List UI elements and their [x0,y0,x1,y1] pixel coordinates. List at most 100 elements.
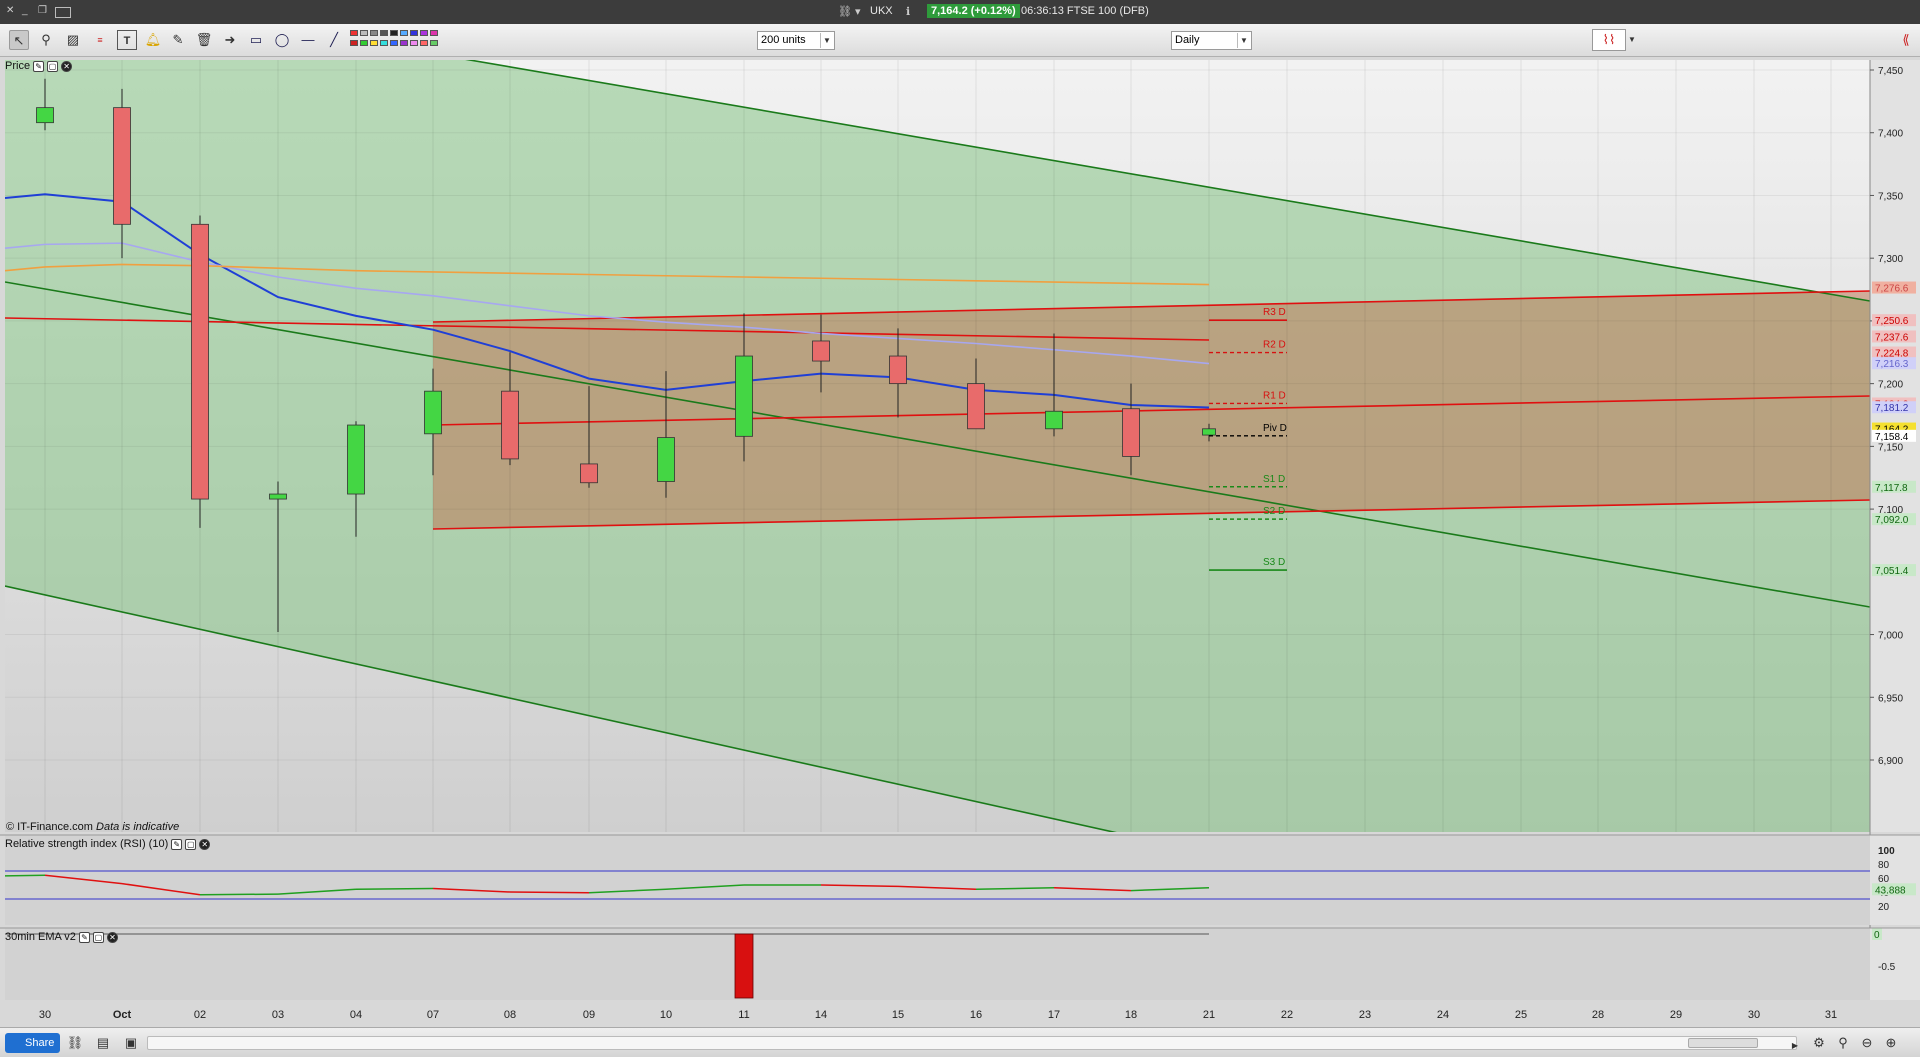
color-swatch[interactable] [360,40,368,46]
x-tick-label: Oct [113,1009,132,1021]
candle-body [812,340,830,362]
color-swatch[interactable] [430,30,438,36]
candle-body [1122,408,1140,457]
color-swatch[interactable] [380,30,388,36]
candle-body [1045,410,1063,430]
ellipse-icon[interactable]: ◯ [272,30,292,50]
alert-icon[interactable]: 🔔︎ [143,30,163,50]
color-swatch[interactable] [360,30,368,36]
chart-area[interactable]: R3 D R2 D R1 D Piv D S1 D S2 D S3 D 7,450 7,400 7… [0,57,1920,1027]
color-swatch[interactable] [400,40,408,46]
pivot-label: S3 D [1263,557,1285,568]
x-tick-label: 15 [892,1009,904,1021]
link-icon[interactable]: ⛓ [66,1034,84,1052]
horizontal-scrollbar[interactable] [147,1036,1797,1050]
measure-icon[interactable]: ✎ [168,30,188,50]
candle-body [269,493,287,500]
color-swatch[interactable] [390,30,398,36]
rsi-panel-label: Relative strength index (RSI) (10) [5,838,169,850]
x-tick-label: 31 [1825,1009,1837,1021]
fib-icon[interactable]: ≡ [90,30,110,50]
color-swatch[interactable] [390,40,398,46]
close-icon[interactable]: ✕ [199,838,211,850]
candle-body [1202,428,1216,436]
symbol-label: UKX [870,5,893,17]
close-window-icon[interactable]: ✕ [6,5,14,16]
zoom-fit-icon[interactable]: ⚲ [1834,1034,1852,1052]
price-tick-label: 7,400 [1878,129,1903,140]
chart-type-icon[interactable]: ▨ [63,30,83,50]
copyright-note: © IT-Finance.com Data is indicative [6,821,179,833]
color-swatch[interactable] [370,30,378,36]
price-change-pill: 7,164.2 (+0.12%) [927,4,1020,18]
scroll-right-icon[interactable]: ▶ [1786,1037,1804,1055]
close-icon[interactable]: ✕ [106,931,118,943]
units-select[interactable]: 200 units ▼ [757,31,835,50]
link-icon[interactable]: ⛓ ▾ [838,5,861,18]
ema-value-tag: 0 [1874,930,1880,941]
trash-icon[interactable]: 🗑︎ [194,30,214,50]
chart-settings-icon[interactable]: ⚙ [1810,1034,1828,1052]
pivot-label: R2 D [1263,340,1286,351]
maximize-icon[interactable]: ▢ [47,60,59,72]
price-panel-title: Price ✎ ▢ ✕ [5,59,73,73]
scroll-thumb[interactable] [1688,1038,1758,1048]
arrow-icon[interactable]: ➜ [220,30,240,50]
candle-body [580,463,598,484]
settings-icon[interactable]: ✎ [78,931,90,943]
x-tick-label: 18 [1125,1009,1137,1021]
settings-icon[interactable]: ✎ [171,838,183,850]
x-tick-label: 21 [1203,1009,1215,1021]
candle-body [967,383,985,430]
color-swatch[interactable] [410,40,418,46]
side-panel-icon[interactable]: ⟪ [1896,30,1916,50]
rsi-line-segment [509,891,590,894]
window-icon[interactable]: ▣ [122,1034,140,1052]
rectangle-icon[interactable]: ▭ [246,30,266,50]
x-tick-label: 03 [272,1009,284,1021]
period-select[interactable]: Daily ▼ [1171,31,1252,50]
maximize-icon[interactable]: ▢ [92,931,104,943]
color-swatch[interactable] [370,40,378,46]
hline-icon[interactable]: — [298,30,318,50]
pointer-icon[interactable]: ↖ [9,30,29,50]
settings-icon[interactable]: ✎ [33,60,45,72]
zoom-out-icon[interactable]: ⊖ [1858,1034,1876,1052]
chevron-down-icon[interactable]: ▼ [1626,30,1638,50]
share-button[interactable]: Share [5,1033,60,1053]
zoom-icon[interactable]: ⚲ [36,30,56,50]
x-tick-label: 09 [583,1009,595,1021]
color-swatch[interactable] [430,40,438,46]
color-swatch[interactable] [350,40,358,46]
pivot-label: Piv D [1263,423,1287,434]
color-swatch[interactable] [420,40,428,46]
rsi-tick-label: 100 [1878,846,1895,857]
candle-body [889,355,907,385]
restore-window-icon[interactable]: ❐ [38,5,47,16]
color-swatch[interactable] [350,30,358,36]
color-swatch[interactable] [410,30,418,36]
candle-body [191,223,209,500]
x-tick-label: 02 [194,1009,206,1021]
keyboard-icon[interactable] [55,7,71,18]
price-tag-label: 7,051.4 [1875,566,1909,577]
price-tag-label: 7,216.3 [1875,359,1909,370]
price-tick-label: 7,000 [1878,631,1903,642]
trendline-icon[interactable]: ╱ [324,30,344,50]
x-tick-label: 07 [427,1009,439,1021]
text-icon[interactable]: T [117,30,137,50]
color-swatch[interactable] [400,30,408,36]
indicators-icon[interactable]: ⌇⌇ [1592,29,1626,51]
minimize-window-icon[interactable]: _ [22,5,28,16]
zoom-in-icon[interactable]: ⊕ [1882,1034,1900,1052]
color-swatch[interactable] [380,40,388,46]
color-swatch[interactable] [420,30,428,36]
pivot-label: S1 D [1263,474,1285,485]
price-panel-label: Price [5,60,31,72]
close-icon[interactable]: ✕ [61,60,73,72]
info-icon[interactable]: ℹ [906,5,910,18]
pivot-label: S2 D [1263,506,1285,517]
maximize-icon[interactable]: ▢ [185,838,197,850]
layout-icon[interactable]: ▤ [94,1034,112,1052]
price-tick-label: 7,200 [1878,380,1903,391]
